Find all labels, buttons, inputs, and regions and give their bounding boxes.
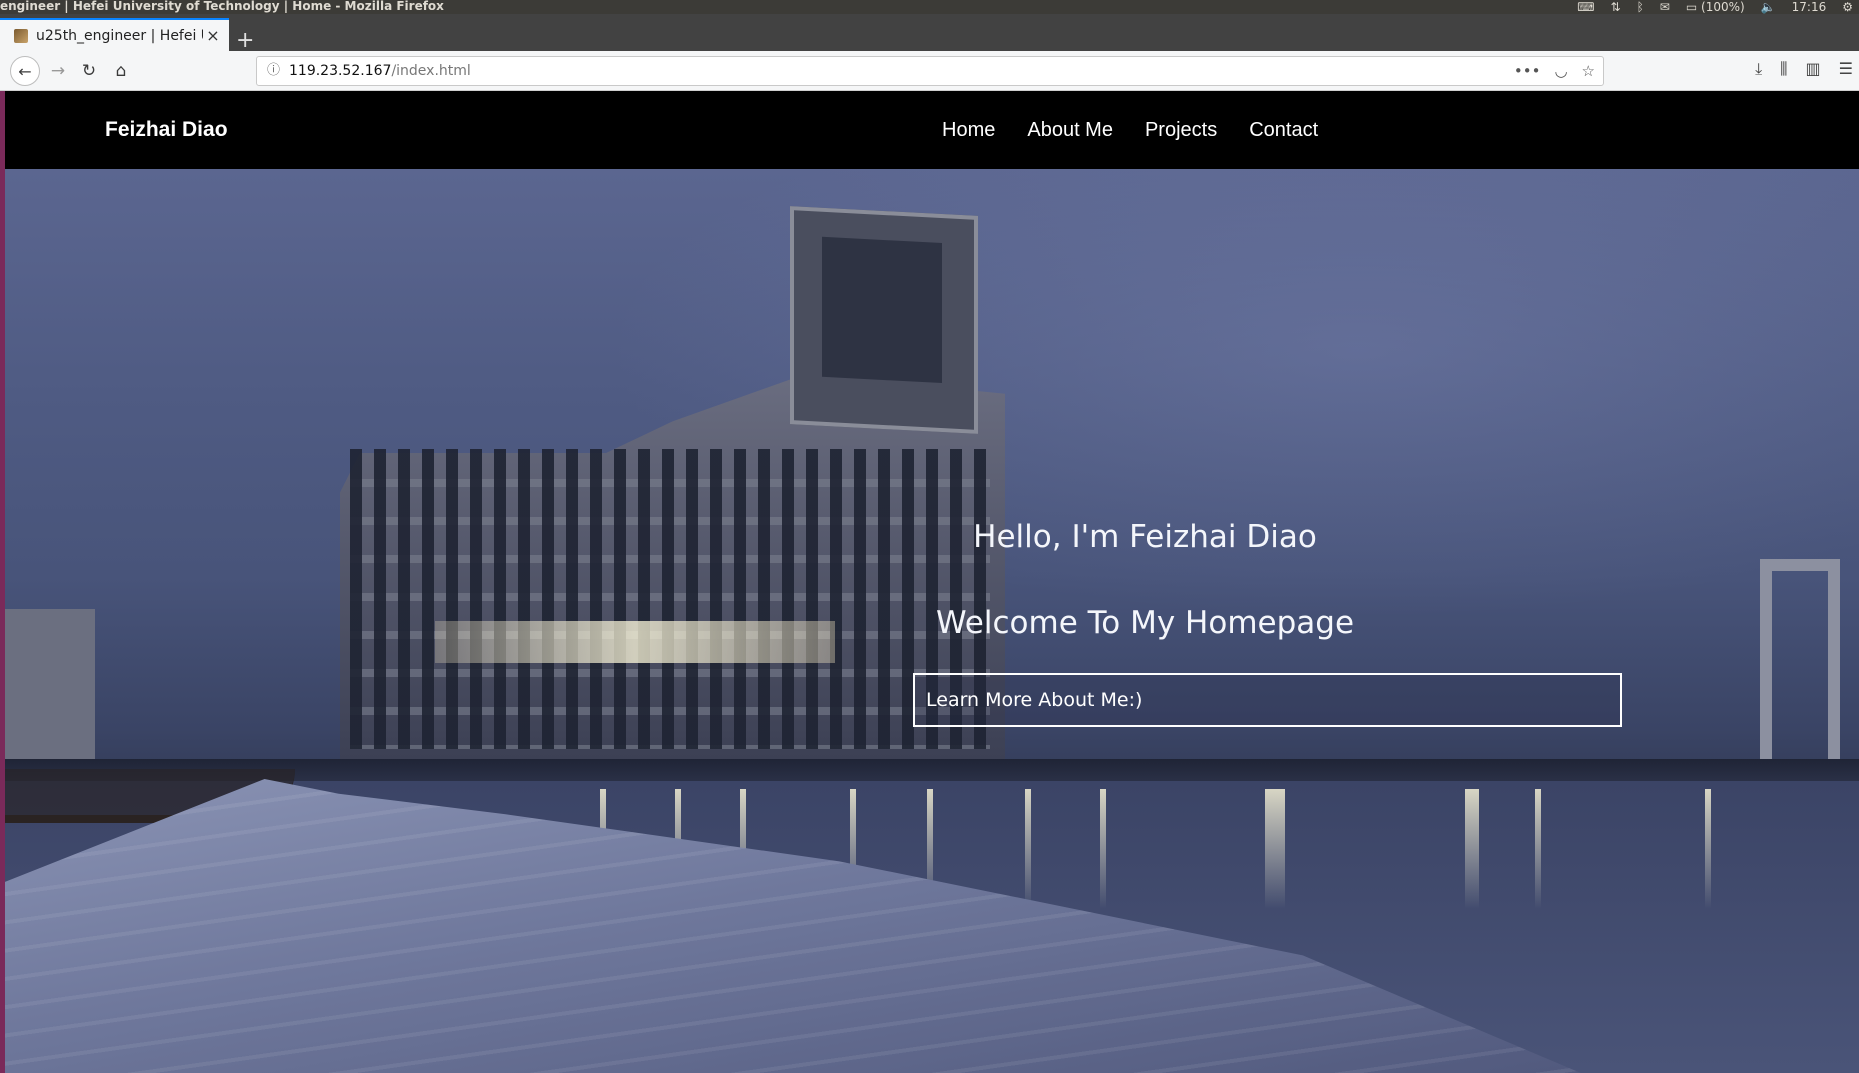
site-brand[interactable]: Feizhai Diao (105, 91, 228, 169)
menu-about-me[interactable]: About Me (1027, 119, 1113, 142)
close-tab-icon[interactable]: × (203, 26, 223, 45)
new-tab-button[interactable]: + (236, 30, 254, 52)
url-text[interactable]: 119.23.52.167/index.html (289, 57, 471, 85)
menu-projects[interactable]: Projects (1145, 119, 1217, 142)
tab-title: u25th_engineer | Hefei U (36, 27, 203, 44)
menu-home[interactable]: Home (942, 119, 995, 142)
back-arrow-icon: ← (18, 61, 32, 81)
os-top-bar: engineer | Hefei University of Technolog… (0, 0, 1859, 14)
forward-button[interactable]: → (45, 58, 71, 84)
reload-button[interactable]: ↻ (76, 58, 102, 84)
url-path: /index.html (391, 63, 471, 79)
battery-label: (100%) (1701, 0, 1745, 14)
navigation-toolbar: ← → ↻ ⌂ ⓘ 119.23.52.167/index.html ••• ◡… (0, 51, 1859, 91)
site-navbar: Feizhai Diao Home About Me Projects Cont… (5, 91, 1859, 169)
toolbar-right: ⤓ ⫼ ▥ ☰ (1755, 59, 1853, 79)
bookmark-star-icon[interactable]: ☆ (1582, 57, 1595, 85)
forward-arrow-icon: → (50, 61, 66, 81)
favicon-icon (14, 28, 28, 43)
hero-welcome: Welcome To My Homepage (935, 605, 1355, 641)
gear-icon[interactable]: ⚙ (1842, 0, 1853, 14)
pocket-icon[interactable]: ◡ (1554, 57, 1567, 85)
volume-icon[interactable]: 🔈 (1761, 0, 1776, 14)
site-menu: Home About Me Projects Contact (942, 91, 1318, 169)
hero-section: Hello, I'm Feizhai Diao Welcome To My Ho… (5, 169, 1859, 1073)
browser-tab[interactable]: u25th_engineer | Hefei U × (0, 18, 229, 51)
page-actions-icon[interactable]: ••• (1514, 57, 1541, 85)
home-icon: ⌂ (115, 61, 127, 81)
clock[interactable]: 17:16 (1792, 0, 1827, 14)
tab-strip: u25th_engineer | Hefei U × + (0, 14, 1859, 52)
battery-icon: ▭ (1685, 0, 1698, 14)
back-button[interactable]: ← (10, 56, 40, 86)
battery-indicator[interactable]: ▭ (100%) (1686, 0, 1745, 14)
home-button[interactable]: ⌂ (108, 58, 134, 84)
info-icon[interactable]: ⓘ (267, 57, 280, 85)
hamburger-menu-icon[interactable]: ☰ (1839, 59, 1853, 79)
mail-icon[interactable]: ✉ (1660, 0, 1670, 14)
download-icon[interactable]: ⤓ (1755, 59, 1762, 79)
reload-icon: ↻ (81, 61, 97, 81)
menu-contact[interactable]: Contact (1249, 119, 1318, 142)
learn-more-button[interactable]: Learn More About Me:) (913, 673, 1622, 727)
url-host: 119.23.52.167 (289, 63, 392, 79)
hero-greeting: Hello, I'm Feizhai Diao (973, 519, 1317, 555)
url-actions: ••• ◡ ☆ (1514, 57, 1595, 85)
sidebar-icon[interactable]: ▥ (1806, 59, 1821, 79)
library-icon[interactable]: ⫼ (1780, 59, 1787, 79)
window-title: engineer | Hefei University of Technolog… (0, 0, 444, 13)
url-bar[interactable]: ⓘ 119.23.52.167/index.html ••• ◡ ☆ (256, 56, 1604, 86)
web-page: Feizhai Diao Home About Me Projects Cont… (0, 91, 1859, 1073)
network-icon[interactable]: ⇅ (1611, 0, 1621, 14)
keyboard-icon[interactable]: ⌨ (1577, 0, 1594, 14)
bluetooth-icon[interactable]: ᛒ (1637, 0, 1644, 14)
system-tray: ⌨ ⇅ ᛒ ✉ ▭ (100%) 🔈 17:16 ⚙ (1577, 0, 1853, 14)
